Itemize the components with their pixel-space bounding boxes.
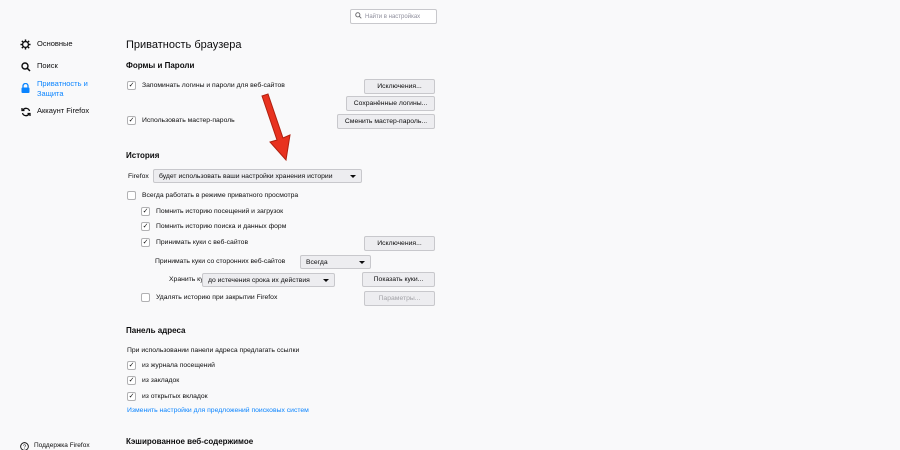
search-input[interactable]: Найти в настройках [350,9,437,24]
login-exceptions-button[interactable]: Исключения... [364,79,435,94]
arrow-annotation [261,93,291,162]
suggest-tabs-checkbox[interactable]: ✓ из открытых вкладок [127,392,208,401]
search-suggestions-link[interactable]: Изменить настройки для предложений поиск… [127,407,309,414]
support-link[interactable]: ? Поддержка Firefox [20,442,90,450]
search-icon [355,12,362,21]
checkbox-checked[interactable]: ✓ [141,238,150,247]
cookie-exceptions-button[interactable]: Исключения... [364,236,435,251]
sidebar-item-label: Основные [37,39,73,48]
support-label: Поддержка Firefox [34,442,90,449]
help-icon: ? [20,442,29,450]
section-heading-history: История [126,151,160,160]
history-mode-select[interactable]: будет использовать ваши настройки хранен… [153,169,362,183]
select-value: будет использовать ваши настройки хранен… [159,172,333,180]
suggest-history-label: из журнала посещений [142,362,215,369]
accept-cookies-checkbox[interactable]: ✓ Принимать куки с веб-сайтов [141,238,248,247]
checkbox-checked[interactable]: ✓ [141,222,150,231]
sidebar-item-label: Поиск [37,61,58,70]
sidebar-item-firefox-account[interactable]: Аккаунт Firefox [20,106,89,117]
master-password-label: Использовать мастер-пароль [142,117,235,124]
clear-on-close-label: Удалять историю при закрытии Firefox [156,294,278,301]
saved-logins-button[interactable]: Сохранённые логины... [346,96,435,111]
master-password-checkbox[interactable]: ✓ Использовать мастер-пароль [127,116,235,125]
checkbox-unchecked[interactable] [141,293,150,302]
search-placeholder: Найти в настройках [365,13,421,20]
accept-cookies-label: Принимать куки с веб-сайтов [156,239,249,246]
private-mode-checkbox[interactable]: Всегда работать в режиме приватного прос… [127,191,298,200]
suggest-history-checkbox[interactable]: ✓ из журнала посещений [127,361,215,370]
remember-visits-label: Помнить историю посещений и загрузок [156,208,284,215]
checkbox-checked[interactable]: ✓ [127,116,136,125]
remember-search-label: Помнить историю поиска и данных форм [156,223,287,230]
suggest-bookmarks-checkbox[interactable]: ✓ из закладок [127,376,179,385]
checkbox-unchecked[interactable] [127,191,136,200]
remember-logins-label: Запоминать логины и пароли для веб-сайто… [142,82,285,89]
section-heading-cache: Кэшированное веб-содержимое [126,437,254,446]
gear-icon [20,39,31,50]
third-party-label: Принимать куки со сторонних веб-сайтов [155,258,286,265]
select-value: Всегда [306,258,328,266]
chevron-down-icon [359,260,365,264]
history-firefox-label: Firefox [128,173,149,180]
sidebar-item-label: Приватность и Защита [37,79,88,98]
checkbox-checked[interactable]: ✓ [127,81,136,90]
select-value: до истечения срока их действия [208,276,310,284]
show-cookies-button[interactable]: Показать куки... [362,272,435,287]
sync-icon [20,106,31,117]
svg-text:?: ? [23,445,27,450]
sidebar-item-privacy[interactable]: Приватность и Защита [20,79,97,99]
suggest-tabs-label: из открытых вкладок [142,393,208,400]
sidebar-item-search[interactable]: Поиск [20,61,58,72]
keep-cookies-select[interactable]: до истечения срока их действия [202,273,335,287]
private-mode-label: Всегда работать в режиме приватного прос… [142,192,299,199]
remember-visits-checkbox[interactable]: ✓ Помнить историю посещений и загрузок [141,207,283,216]
section-heading-address-bar: Панель адреса [126,326,186,335]
sidebar-item-label: Аккаунт Firefox [37,106,90,115]
sidebar-item-general[interactable]: Основные [20,39,73,50]
third-party-select[interactable]: Всегда [300,255,371,269]
chevron-down-icon [350,174,356,178]
history-settings-button[interactable]: Параметры... [364,291,435,306]
checkbox-checked[interactable]: ✓ [141,207,150,216]
page-title: Приватность браузера [126,39,242,51]
address-bar-description: При использовании панели адреса предлага… [127,347,300,354]
suggest-bookmarks-label: из закладок [142,377,180,384]
chevron-down-icon [323,278,329,282]
change-master-password-button[interactable]: Сменить мастер-пароль... [337,114,435,129]
remember-search-checkbox[interactable]: ✓ Помнить историю поиска и данных форм [141,222,286,231]
lock-icon [20,82,31,93]
search-icon [20,61,31,72]
checkbox-checked[interactable]: ✓ [127,376,136,385]
checkbox-checked[interactable]: ✓ [127,361,136,370]
checkbox-checked[interactable]: ✓ [127,392,136,401]
section-heading-forms: Формы и Пароли [126,61,195,70]
clear-on-close-checkbox[interactable]: Удалять историю при закрытии Firefox [141,293,277,302]
remember-logins-checkbox[interactable]: ✓ Запоминать логины и пароли для веб-сай… [127,81,285,90]
